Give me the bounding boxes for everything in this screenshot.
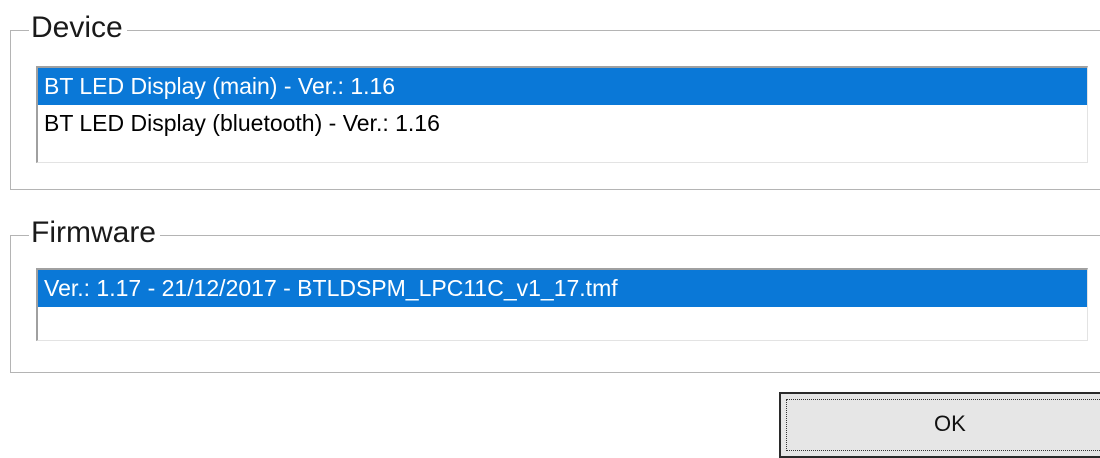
device-listbox[interactable]: BT LED Display (main) - Ver.: 1.16 BT LE… (36, 66, 1088, 163)
device-group-title: Device (29, 11, 127, 45)
firmware-listbox[interactable]: Ver.: 1.17 - 21/12/2017 - BTLDSPM_LPC11C… (36, 268, 1088, 341)
device-list-item-main[interactable]: BT LED Display (main) - Ver.: 1.16 (38, 68, 1087, 105)
firmware-update-dialog: Device BT LED Display (main) - Ver.: 1.1… (0, 0, 1100, 458)
ok-button[interactable]: OK (779, 392, 1100, 458)
ok-button-label: OK (934, 411, 966, 436)
firmware-list-item[interactable]: Ver.: 1.17 - 21/12/2017 - BTLDSPM_LPC11C… (38, 270, 1087, 307)
device-list-item-bluetooth[interactable]: BT LED Display (bluetooth) - Ver.: 1.16 (38, 105, 1087, 142)
firmware-group-title: Firmware (29, 216, 160, 250)
